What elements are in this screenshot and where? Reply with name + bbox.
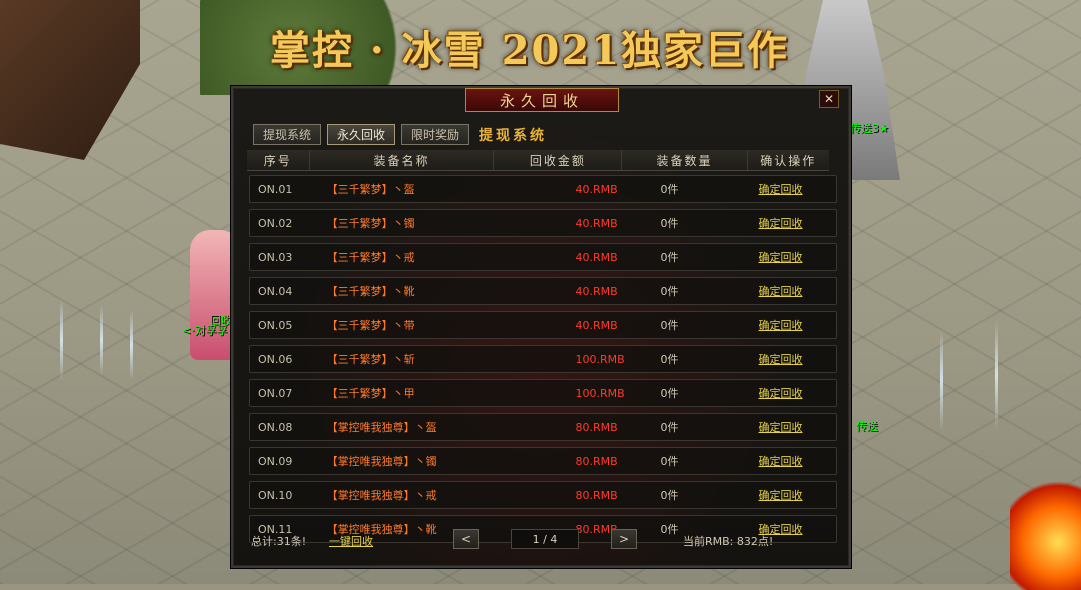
row-amount: 40.RMB	[575, 284, 618, 298]
row-no: ON.08	[258, 420, 293, 434]
row-qty: 0件	[660, 353, 679, 366]
row-no: ON.03	[258, 250, 293, 264]
game-banner-title: 掌控 · 冰雪 2021独家巨作	[270, 27, 790, 74]
row-amount: 40.RMB	[575, 216, 618, 230]
row-qty: 0件	[660, 251, 679, 264]
light-beam	[940, 330, 943, 430]
tab-withdraw-system[interactable]: 提现系统	[253, 124, 322, 145]
column-header-qty: 装备数量	[622, 150, 748, 170]
dialog-title-plate: 永久回收	[465, 88, 619, 112]
column-header-action: 确认操作	[760, 153, 817, 168]
row-item-name: 【掌控唯我独尊】丶盔	[326, 421, 437, 434]
table-row: ON.07 【三千繁梦】丶甲 100.RMB 0件 确定回收	[249, 379, 837, 407]
row-no: ON.02	[258, 216, 293, 230]
tab-permanent-recycle[interactable]: 永久回收	[327, 124, 396, 145]
npc-right-label: 传送	[856, 420, 878, 433]
table-body: ON.01 【三千繁梦】丶盔 40.RMB 0件 确定回收 ON.02 【三千繁梦】丶镯 4…	[249, 175, 837, 549]
prev-page-button[interactable]: <	[453, 529, 479, 549]
column-header-no: 序号	[247, 150, 310, 170]
row-amount: 80.RMB	[575, 420, 618, 434]
current-rmb: 当前RMB: 832点!	[683, 535, 774, 548]
page-indicator: 1 / 4	[511, 529, 579, 549]
dialog-footer: 总计:31条! 一键回收 < 1 / 4 > 当前RMB: 832点!	[251, 528, 831, 552]
confirm-recycle-link[interactable]: 确定回收	[747, 453, 837, 469]
row-no: ON.10	[258, 488, 293, 502]
row-item-name: 【三千繁梦】丶戒	[326, 251, 415, 264]
chevron-right-icon: >	[618, 532, 630, 546]
row-item-name: 【掌控唯我独尊】丶戒	[326, 489, 437, 502]
row-item-name: 【三千繁梦】丶甲	[326, 387, 415, 400]
row-qty: 0件	[660, 387, 679, 400]
row-item-name: 【三千繁梦】丶带	[326, 319, 415, 332]
table-row: ON.10 【掌控唯我独尊】丶戒 80.RMB 0件 确定回收	[249, 481, 837, 509]
table-row: ON.04 【三千繁梦】丶靴 40.RMB 0件 确定回收	[249, 277, 837, 305]
row-qty: 0件	[660, 319, 679, 332]
close-icon: ✕	[823, 92, 835, 106]
dialog-title: 永久回收	[499, 91, 584, 110]
row-no: ON.04	[258, 284, 293, 298]
column-header-name: 装备名称	[310, 150, 495, 170]
row-amount: 100.RMB	[575, 352, 625, 366]
row-amount: 40.RMB	[575, 250, 618, 264]
row-qty: 0件	[660, 285, 679, 298]
column-header-amount: 回收金额	[494, 150, 623, 170]
row-amount: 80.RMB	[575, 488, 618, 502]
row-qty: 0件	[660, 217, 679, 230]
confirm-recycle-link[interactable]: 确定回收	[747, 215, 837, 231]
row-item-name: 【三千繁梦】丶镯	[326, 217, 415, 230]
close-button[interactable]: ✕	[819, 90, 839, 108]
total-count: 总计:31条!	[251, 535, 307, 548]
row-qty: 0件	[660, 421, 679, 434]
confirm-recycle-link[interactable]: 确定回收	[747, 419, 837, 435]
table-header: 序号 装备名称 回收金额 装备数量 确认操作	[247, 150, 829, 171]
tab-limited-reward[interactable]: 限时奖励	[401, 124, 470, 145]
row-item-name: 【三千繁梦】丶盔	[326, 183, 415, 196]
chevron-left-icon: <	[460, 532, 472, 546]
row-no: ON.05	[258, 318, 293, 332]
confirm-recycle-link[interactable]: 确定回收	[747, 249, 837, 265]
row-amount: 80.RMB	[575, 454, 618, 468]
confirm-recycle-link[interactable]: 确定回收	[747, 181, 837, 197]
row-qty: 0件	[660, 489, 679, 502]
npc-top-label: 传送3★	[850, 122, 889, 135]
row-no: ON.06	[258, 352, 293, 366]
light-beam	[995, 320, 998, 430]
row-item-name: 【三千繁梦】丶斩	[326, 353, 415, 366]
confirm-recycle-link[interactable]: 确定回收	[747, 385, 837, 401]
row-qty: 0件	[660, 183, 679, 196]
row-item-name: 【掌控唯我独尊】丶镯	[326, 455, 437, 468]
light-beam	[100, 305, 103, 375]
row-no: ON.07	[258, 386, 293, 400]
recycle-dialog: 永久回收 ✕ 提现系统 永久回收 限时奖励 提现系统 序号 装备名称 回收金额 …	[231, 86, 851, 568]
fire-effect	[1010, 470, 1081, 590]
row-qty: 0件	[660, 455, 679, 468]
confirm-recycle-link[interactable]: 确定回收	[747, 283, 837, 299]
light-beam	[130, 310, 133, 380]
confirm-recycle-link[interactable]: 确定回收	[747, 487, 837, 503]
row-amount: 40.RMB	[575, 318, 618, 332]
confirm-recycle-link[interactable]: 确定回收	[747, 351, 837, 367]
row-amount: 100.RMB	[575, 386, 625, 400]
one-click-recycle-button[interactable]: 一键回收	[329, 533, 373, 549]
tab-bar: 提现系统 永久回收 限时奖励 提现系统	[253, 124, 547, 145]
table-row: ON.06 【三千繁梦】丶斩 100.RMB 0件 确定回收	[249, 345, 837, 373]
next-page-button[interactable]: >	[611, 529, 637, 549]
row-item-name: 【三千繁梦】丶靴	[326, 285, 415, 298]
section-title: 提现系统	[479, 127, 548, 144]
table-row: ON.09 【掌控唯我独尊】丶镯 80.RMB 0件 确定回收	[249, 447, 837, 475]
table-row: ON.03 【三千繁梦】丶戒 40.RMB 0件 确定回收	[249, 243, 837, 271]
npc-left-label: <·对孚孚>	[182, 324, 237, 337]
row-no: ON.09	[258, 454, 293, 468]
confirm-recycle-link[interactable]: 确定回收	[747, 317, 837, 333]
table-row: ON.02 【三千繁梦】丶镯 40.RMB 0件 确定回收	[249, 209, 837, 237]
row-no: ON.01	[258, 182, 293, 196]
table-row: ON.01 【三千繁梦】丶盔 40.RMB 0件 确定回收	[249, 175, 837, 203]
table-row: ON.08 【掌控唯我独尊】丶盔 80.RMB 0件 确定回收	[249, 413, 837, 441]
light-beam	[60, 300, 63, 380]
row-amount: 40.RMB	[575, 182, 618, 196]
table-row: ON.05 【三千繁梦】丶带 40.RMB 0件 确定回收	[249, 311, 837, 339]
